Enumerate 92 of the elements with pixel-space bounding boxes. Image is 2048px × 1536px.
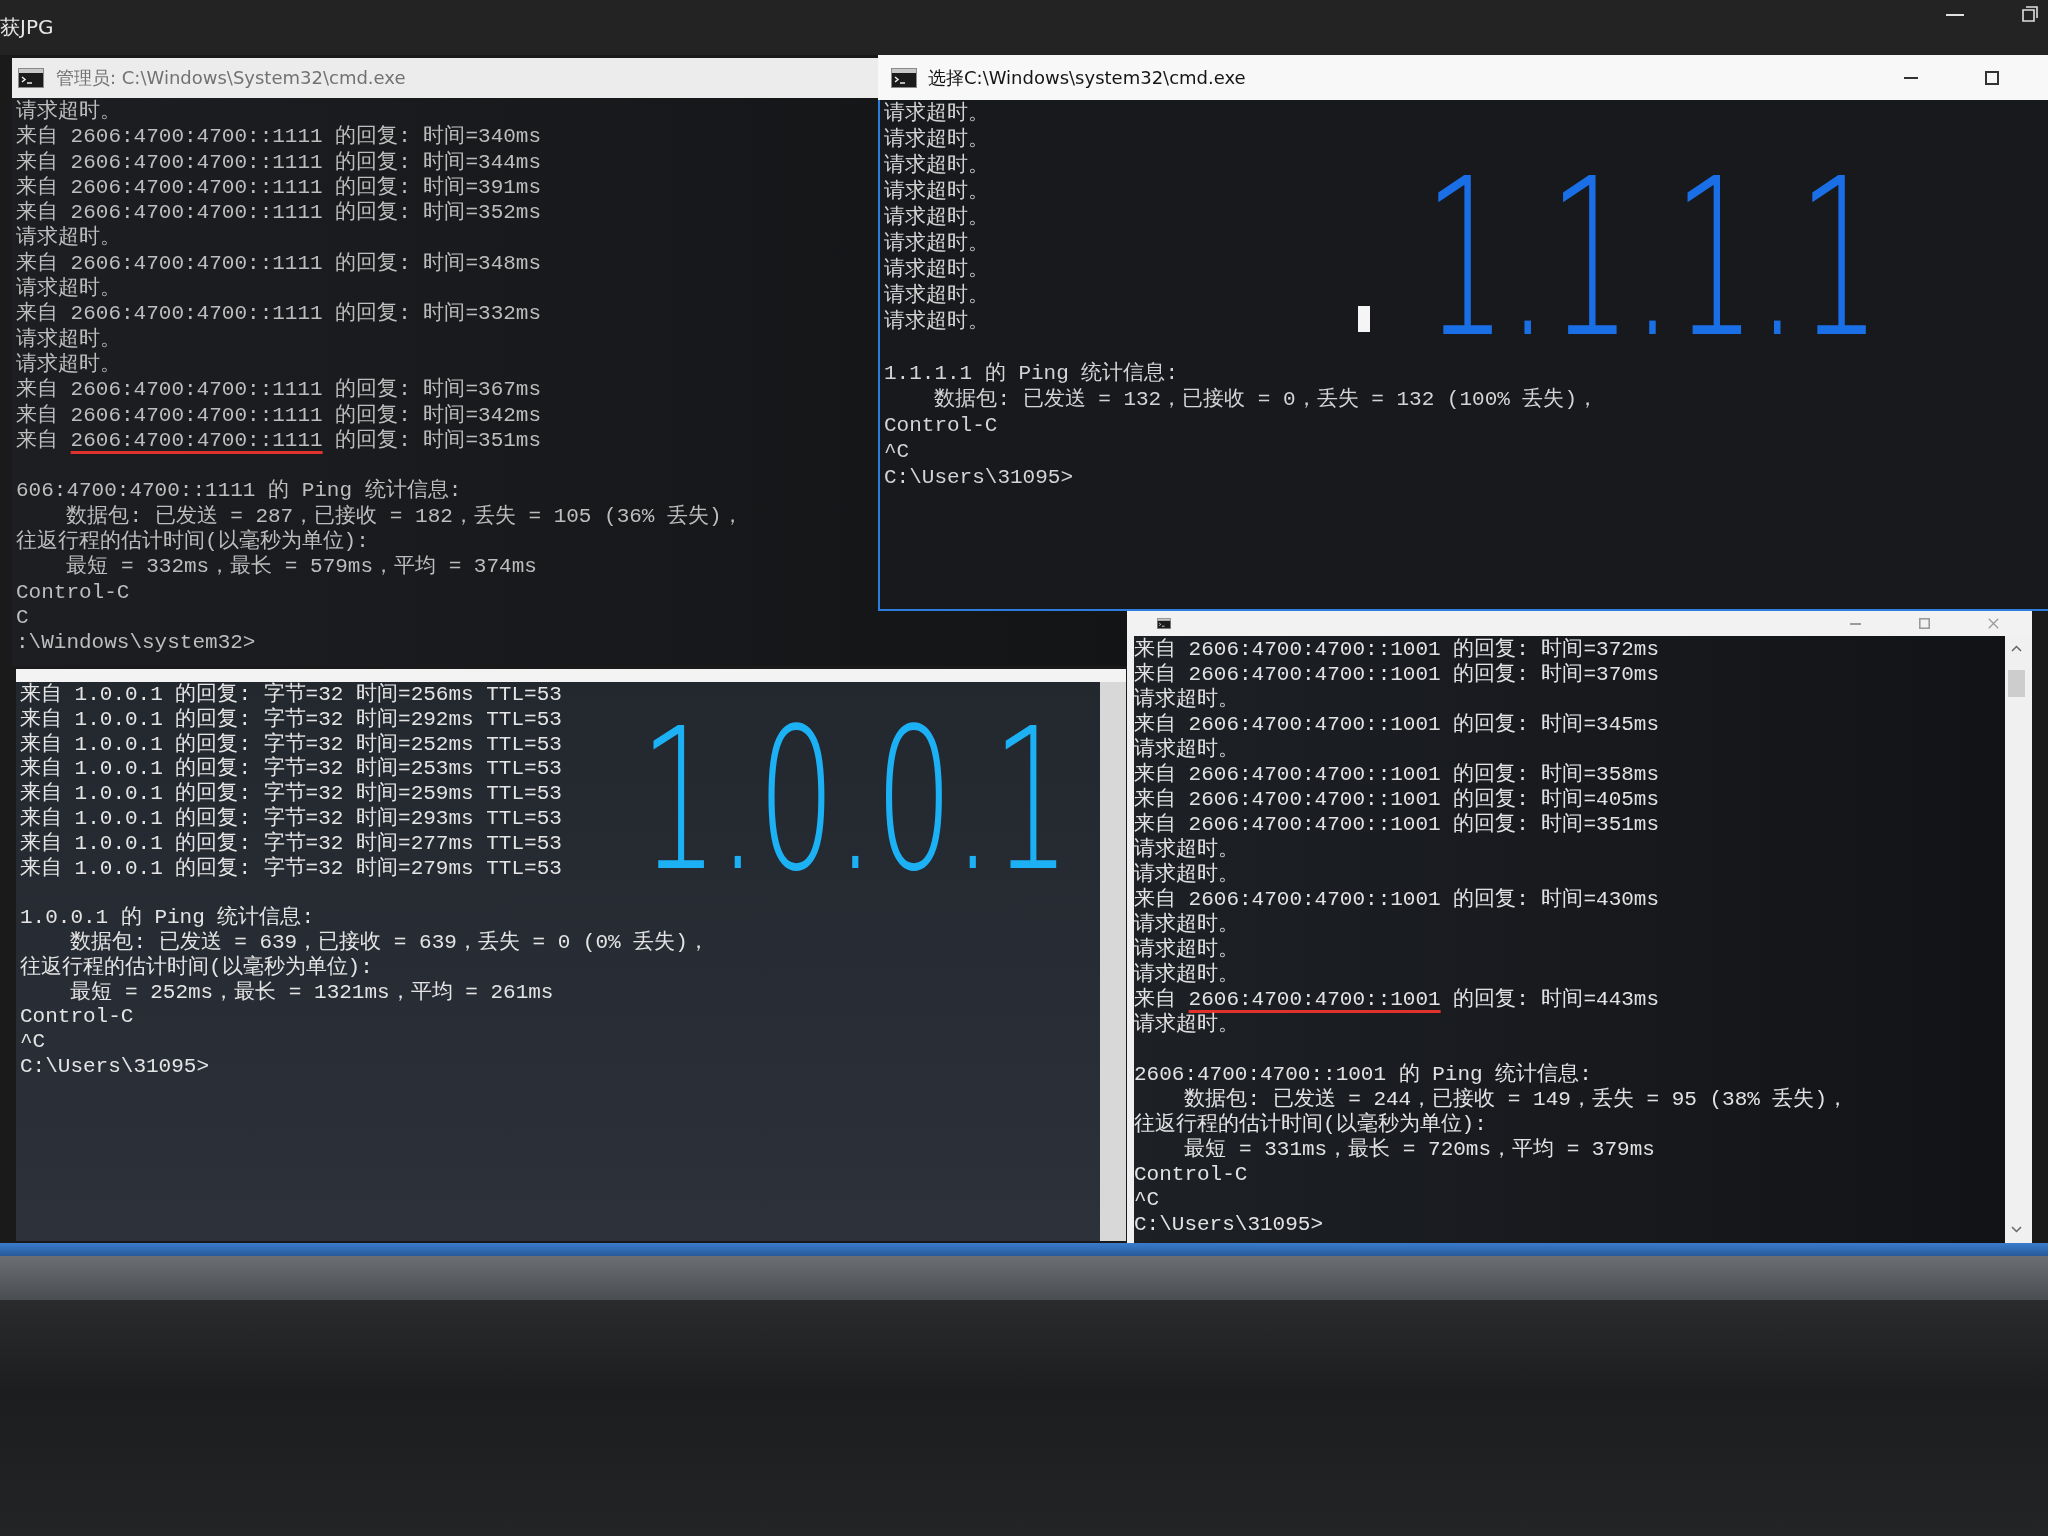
window-title: 管理员: C:\Windows\System32\cmd.exe <box>56 66 406 90</box>
output-line: 请求超时。 <box>884 231 989 257</box>
output-line: 606:4700:4700::1111 的 Ping 统计信息: <box>16 478 462 504</box>
output-line: 请求超时。 <box>884 205 989 231</box>
output-line: C:\Users\31095> <box>1134 1212 1324 1237</box>
output-line: 请求超时。 <box>1134 912 1239 937</box>
output-line: 来自 1.0.0.1 的回复: 字节=32 时间=279ms TTL=53 <box>20 856 562 882</box>
scroll-down-icon[interactable] <box>2011 1226 2022 1233</box>
output-line: 数据包: 已发送 = 287，已接收 = 182，丢失 = 105 (36% 丢失)， <box>66 503 743 529</box>
output-line: 请求超时。 <box>884 127 989 153</box>
output-line: 来自 2606:4700:4700::1111 的回复: 时间=340ms <box>16 124 542 150</box>
handwritten-note: 1.1.1.1 <box>1424 133 1882 385</box>
output-line: 往返行程的估计时间(以毫秒为单位): <box>20 955 373 980</box>
output-line: 来自 2606:4700:4700::1001 的回复: 时间=351ms <box>1134 812 1660 837</box>
console-icon <box>1157 618 1171 629</box>
output-line: 请求超时。 <box>884 101 989 127</box>
output-line: 请求超时。 <box>884 179 989 205</box>
scroll-thumb[interactable] <box>2008 670 2025 697</box>
minimize-icon <box>1850 622 1861 625</box>
output-line: 来自 2606:4700:4700::1111 的回复: 时间=344ms <box>16 149 542 175</box>
output-line: 来自 2606:4700:4700::1001 的回复: 时间=405ms <box>1134 787 1660 812</box>
output-line: C:\Users\31095> <box>884 465 1074 491</box>
output-line: C:\Users\31095> <box>20 1054 210 1080</box>
output-line: 来自 2606:4700:4700::1001 的回复: 时间=372ms <box>1134 637 1660 662</box>
console-icon <box>891 67 917 88</box>
output-line: 来自 1.0.0.1 的回复: 字节=32 时间=277ms TTL=53 <box>20 831 562 856</box>
output-line: 来自 1.0.0.1 的回复: 字节=32 时间=253ms TTL=53 <box>20 757 562 781</box>
close-icon <box>1988 618 1999 629</box>
output-line: 请求超时。 <box>1134 837 1239 862</box>
output-line: 请求超时。 <box>16 276 121 301</box>
output-line: 请求超时。 <box>16 99 121 124</box>
output-line: 数据包: 已发送 = 132，已接收 = 0，丢失 = 132 (100% 丢失)， <box>934 387 1599 413</box>
output-line: 来自 1.0.0.1 的回复: 字节=32 时间=256ms TTL=53 <box>20 683 562 707</box>
output-line: Control-C <box>1134 1162 1248 1187</box>
output-line: 请求超时。 <box>1134 937 1239 962</box>
output-line: 往返行程的估计时间(以毫秒为单位): <box>1134 1112 1487 1137</box>
output-line: 来自 1.0.0.1 的回复: 字节=32 时间=259ms TTL=53 <box>20 782 562 806</box>
output-line: 请求超时。 <box>1134 1012 1239 1037</box>
maximize-icon <box>1919 618 1930 629</box>
output-line: 来自 2606:4700:4700::1111 的回复: 时间=367ms <box>16 377 542 403</box>
window-title: 选择C:\Windows\system32\cmd.exe <box>928 65 1246 90</box>
maximize-icon <box>1985 70 1999 85</box>
output-line: 来自 2606:4700:4700::1111 的回复: 时间=391ms <box>16 174 542 200</box>
output-line: 请求超时。 <box>16 225 121 251</box>
output-line: Control-C <box>16 579 130 605</box>
output-line: 最短 = 332ms，最长 = 579ms，平均 = 374ms <box>66 554 537 580</box>
output-line: 数据包: 已发送 = 639，已接收 = 639，丢失 = 0 (0% 丢失)， <box>70 930 709 955</box>
output-line: 来自 1.0.0.1 的回复: 字节=32 时间=292ms TTL=53 <box>20 707 562 732</box>
output-line: 来自 2606:4700:4700::1001 的回复: 时间=358ms <box>1134 762 1660 787</box>
output-line: C <box>16 604 29 631</box>
output-line: 请求超时。 <box>884 309 989 335</box>
output-line: 请求超时。 <box>16 351 121 377</box>
output-line: 最短 = 331ms，最长 = 720ms，平均 = 379ms <box>1184 1137 1655 1162</box>
scrollbar[interactable] <box>1100 682 1126 1241</box>
handwritten-note: 1.0.0.1 <box>640 686 1071 914</box>
minimize-icon <box>1904 76 1918 79</box>
viewer-title: 获JPG <box>0 15 54 39</box>
output-line: 数据包: 已发送 = 244，已接收 = 149，丢失 = 95 (38% 丢失)， <box>1184 1087 1849 1112</box>
output-line: 来自 2606:4700:4700::1111 的回复: 时间=332ms <box>16 301 542 327</box>
output-line: 来自 1.0.0.1 的回复: 字节=32 时间=293ms TTL=53 <box>20 807 562 831</box>
output-line: ^C <box>884 439 910 465</box>
output-line: 2606:4700:4700::1001 的 Ping 统计信息: <box>1134 1062 1592 1087</box>
output-line: 往返行程的估计时间(以毫秒为单位): <box>16 529 369 554</box>
output-line: 来自 2606:4700:4700::1111 的回复: 时间=342ms <box>16 402 542 428</box>
minimize-icon[interactable] <box>1946 14 1964 16</box>
output-line: 请求超时。 <box>884 257 989 283</box>
output-line: 1.0.0.1 的 Ping 统计信息: <box>20 906 315 931</box>
output-line: 来自 2606:4700:4700::1001 的回复: 时间=443ms <box>1134 987 1660 1012</box>
output-line: 请求超时。 <box>884 153 989 179</box>
output-line: 来自 2606:4700:4700::1111 的回复: 时间=352ms <box>16 200 542 225</box>
output-line: Control-C <box>20 1005 134 1031</box>
output-line: :\Windows\system32> <box>16 630 256 656</box>
output-line: 来自 2606:4700:4700::1111 的回复: 时间=351ms <box>16 427 542 454</box>
output-line: 请求超时。 <box>1134 687 1239 712</box>
output-line: Control-C <box>884 413 998 439</box>
output-line: 请求超时。 <box>1134 737 1239 762</box>
output-line: 最短 = 252ms，最长 = 1321ms，平均 = 261ms <box>70 980 554 1006</box>
restore-icon[interactable] <box>2022 6 2038 22</box>
output-line: 来自 2606:4700:4700::1111 的回复: 时间=348ms <box>16 250 542 276</box>
output-line: 1.1.1.1 的 Ping 统计信息: <box>884 361 1179 387</box>
output-line: 请求超时。 <box>884 283 989 309</box>
output-line: 请求超时。 <box>16 326 121 352</box>
output-line: ^C <box>20 1030 46 1055</box>
output-line: ^C <box>1134 1187 1160 1212</box>
scroll-up-icon[interactable] <box>2011 645 2022 652</box>
console-icon <box>18 68 44 88</box>
output-line: 来自 2606:4700:4700::1001 的回复: 时间=345ms <box>1134 712 1660 737</box>
output-line: 请求超时。 <box>1134 962 1239 987</box>
output-line: 请求超时。 <box>1134 862 1239 887</box>
output-line: 来自 2606:4700:4700::1001 的回复: 时间=430ms <box>1134 887 1660 912</box>
output-line: 来自 1.0.0.1 的回复: 字节=32 时间=252ms TTL=53 <box>20 732 562 756</box>
output-line: 来自 2606:4700:4700::1001 的回复: 时间=370ms <box>1134 662 1660 687</box>
